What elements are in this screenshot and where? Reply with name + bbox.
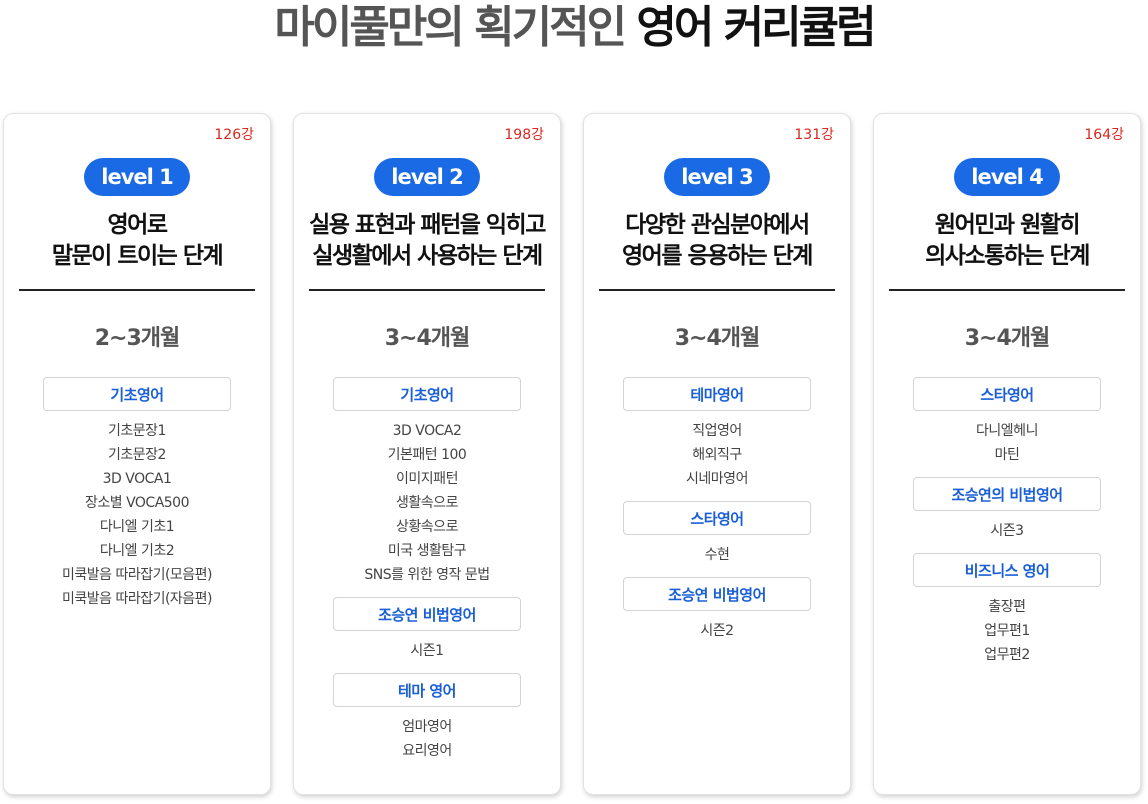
page-headline: 마이풀만의 획기적인 영어 커리큘럼 [0, 2, 1148, 54]
section-heading[interactable]: 기초영어 [43, 377, 231, 411]
lecture-count: 131강 [794, 127, 834, 143]
course-section: 스타영어수현 [584, 501, 850, 567]
course-item: 시네마영어 [686, 471, 748, 487]
course-list: 수현 [584, 543, 850, 567]
section-heading[interactable]: 조승연 비법영어 [623, 577, 811, 611]
course-section: 조승연 비법영어시즌2 [584, 577, 850, 643]
course-item: SNS를 위한 영작 문법 [364, 567, 490, 583]
section-heading[interactable]: 비즈니스 영어 [913, 553, 1101, 587]
course-item: 직업영어 [692, 423, 742, 439]
divider [889, 289, 1125, 291]
course-section: 테마영어직업영어해외직구시네마영어 [584, 377, 850, 491]
section-heading[interactable]: 조승연 비법영어 [333, 597, 521, 631]
course-item: 3D VOCA1 [102, 471, 172, 487]
curriculum-card-level-4: 164강 level 4 원어민과 원활히의사소통하는 단계 3~4개월스타영어다니엘… [873, 113, 1141, 795]
course-item: 상황속으로 [396, 519, 458, 535]
duration-label: 3~4개월 [964, 326, 1051, 351]
course-section: 기초영어기초문장1 기초문장2 3D VOCA1 장소별 VOCA500 다니엘 기초1… [4, 377, 270, 611]
course-item: 출장편 [988, 599, 1026, 615]
headline-part1: 마이풀만의 획기적인 [274, 2, 637, 53]
course-list: 3D VOCA2 기본패턴 100 이미지패턴생활속으로상황속으로미국 생활탐구 SN… [294, 419, 560, 587]
course-item: 업무편2 [984, 647, 1030, 663]
course-item: 수현 [704, 547, 730, 563]
stage-title: 다양한 관심분야에서영어를 응용하는 단계 [584, 210, 850, 272]
course-sections: 기초영어기초문장1 기초문장2 3D VOCA1 장소별 VOCA500 다니엘 기초1… [4, 377, 270, 621]
course-item: 시즌3 [990, 523, 1024, 539]
stage-title: 실용 표현과 패턴을 익히고실생활에서 사용하는 단계 [294, 210, 560, 272]
course-sections: 테마영어직업영어해외직구시네마영어스타영어수현조승연 비법영어시즌2 [584, 377, 850, 653]
course-list: 직업영어해외직구시네마영어 [584, 419, 850, 491]
course-section: 조승연의 비법영어시즌3 [874, 477, 1140, 543]
section-heading[interactable]: 기초영어 [333, 377, 521, 411]
course-item: 다니엘헤니 [976, 423, 1038, 439]
curriculum-card-level-2: 198강 level 2 실용 표현과 패턴을 익히고실생활에서 사용하는 단계 3~… [293, 113, 561, 795]
course-item: 생활속으로 [396, 495, 458, 511]
level-badge: level 4 [954, 158, 1060, 196]
level-badge: level 2 [374, 158, 480, 196]
divider [309, 289, 545, 291]
course-item: 기초문장2 [108, 447, 166, 463]
section-heading[interactable]: 스타영어 [623, 501, 811, 535]
course-list: 엄마영어요리영어 [294, 715, 560, 763]
course-section: 비즈니스 영어출장편업무편1 업무편2 [874, 553, 1140, 667]
course-section: 기초영어 3D VOCA2 기본패턴 100 이미지패턴생활속으로상황속으로미국 생활… [294, 377, 560, 587]
course-list: 다니엘헤니마틴 [874, 419, 1140, 467]
course-list: 기초문장1 기초문장2 3D VOCA1 장소별 VOCA500 다니엘 기초1 다니엘 … [4, 419, 270, 611]
stage-title-line2: 영어를 응용하는 단계 [622, 243, 813, 269]
duration-label: 3~4개월 [384, 326, 471, 351]
course-list: 출장편업무편1 업무편2 [874, 595, 1140, 667]
course-item: 요리영어 [402, 743, 452, 759]
course-item: 기본패턴 100 [387, 447, 467, 463]
stage-title-line2: 의사소통하는 단계 [925, 243, 1090, 269]
stage-title-line2: 실생활에서 사용하는 단계 [312, 243, 543, 269]
divider [599, 289, 835, 291]
course-item: 마틴 [994, 447, 1020, 463]
duration-label: 3~4개월 [674, 326, 761, 351]
section-heading[interactable]: 테마영어 [623, 377, 811, 411]
course-sections: 기초영어 3D VOCA2 기본패턴 100 이미지패턴생활속으로상황속으로미국 생활… [294, 377, 560, 773]
stage-title-line2: 말문이 트이는 단계 [51, 243, 224, 269]
course-item: 시즌2 [700, 623, 734, 639]
stage-title: 원어민과 원활히의사소통하는 단계 [874, 210, 1140, 272]
lecture-count: 198강 [504, 127, 544, 143]
course-item: 이미지패턴 [396, 471, 458, 487]
course-item: 미국 생활탐구 [387, 543, 467, 559]
section-heading[interactable]: 테마 영어 [333, 673, 521, 707]
duration-label: 2~3개월 [94, 326, 181, 351]
course-item: 미쿡발음 따라잡기(모음편) [61, 567, 213, 583]
headline-part2: 영어 커리큘럼 [636, 2, 876, 53]
stage-title-line1: 영어로 [107, 212, 168, 238]
stage-title-line1: 원어민과 원활히 [934, 212, 1081, 238]
course-section: 조승연 비법영어시즌1 [294, 597, 560, 663]
course-item: 시즌1 [410, 643, 444, 659]
course-section: 스타영어다니엘헤니마틴 [874, 377, 1140, 467]
stage-title-line1: 다양한 관심분야에서 [625, 212, 810, 238]
course-list: 시즌2 [584, 619, 850, 643]
curriculum-card-level-1: 126강 level 1 영어로 말문이 트이는 단계 2~3개월 기초영어 기초문장1 기초… [3, 113, 271, 795]
course-sections: 스타영어다니엘헤니마틴조승연의 비법영어시즌3 비즈니스 영어출장편업무편1 업무편… [874, 377, 1140, 677]
course-item: 다니엘 기초2 [99, 543, 175, 559]
course-list: 시즌3 [874, 519, 1140, 543]
course-item: 해외직구 [692, 447, 742, 463]
course-section: 테마 영어엄마영어요리영어 [294, 673, 560, 763]
section-heading[interactable]: 스타영어 [913, 377, 1101, 411]
course-item: 기초문장1 [108, 423, 166, 439]
stage-title-line1: 실용 표현과 패턴을 익히고 [309, 212, 546, 238]
stage-title: 영어로말문이 트이는 단계 [4, 210, 270, 272]
divider [19, 289, 255, 291]
lecture-count: 126강 [214, 127, 254, 143]
course-item: 미쿡발음 따라잡기(자음편) [61, 591, 213, 607]
course-list: 시즌1 [294, 639, 560, 663]
course-item: 3D VOCA2 [392, 423, 462, 439]
course-item: 엄마영어 [402, 719, 452, 735]
curriculum-card-level-3: 131강 level 3 다양한 관심분야에서영어를 응용하는 단계 3~4개월테마영… [583, 113, 851, 795]
lecture-count: 164강 [1084, 127, 1124, 143]
section-heading[interactable]: 조승연의 비법영어 [913, 477, 1101, 511]
level-badge: level 3 [664, 158, 770, 196]
course-item: 장소별 VOCA500 [84, 495, 190, 511]
level-badge: level 1 [84, 158, 190, 196]
course-item: 다니엘 기초1 [99, 519, 175, 535]
course-item: 업무편1 [984, 623, 1030, 639]
